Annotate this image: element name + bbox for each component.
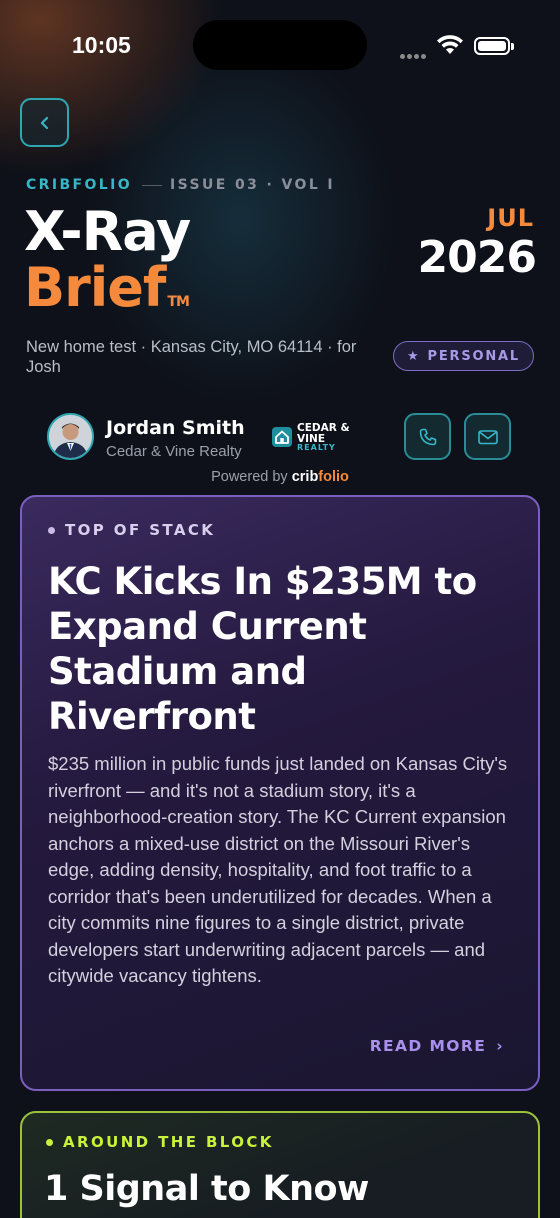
status-bar: 10:05 bbox=[0, 0, 560, 90]
battery-icon bbox=[474, 37, 514, 55]
agent-card: Jordan Smith Cedar & Vine Realty CEDAR &… bbox=[47, 413, 527, 463]
chevron-right-icon: › bbox=[496, 1037, 504, 1055]
mail-icon bbox=[477, 429, 498, 444]
around-the-block-card[interactable]: AROUND THE BLOCK 1 Signal to Know bbox=[20, 1111, 540, 1218]
back-button[interactable] bbox=[20, 98, 69, 147]
status-time: 10:05 bbox=[72, 32, 131, 58]
page-title-brief: Brief bbox=[24, 256, 166, 319]
powered-by: Powered by cribfolio bbox=[0, 469, 560, 485]
email-button[interactable] bbox=[464, 413, 511, 460]
chevron-left-icon bbox=[40, 116, 48, 129]
issue-label: ISSUE 03 · VOL I bbox=[170, 177, 336, 193]
page-title-line1: X-Ray bbox=[24, 200, 191, 263]
cellular-signal-icon bbox=[400, 44, 428, 63]
agent-company: Cedar & Vine Realty bbox=[106, 443, 242, 460]
logo-text: CEDAR & VINE bbox=[297, 422, 350, 445]
personal-badge: ★ PERSONAL bbox=[393, 341, 534, 371]
phone-icon bbox=[419, 428, 436, 445]
section-kicker: AROUND THE BLOCK bbox=[46, 1133, 274, 1151]
trademark-mark: TM bbox=[167, 294, 190, 310]
divider bbox=[142, 184, 163, 186]
section-title: 1 Signal to Know bbox=[44, 1169, 369, 1209]
logo-subtext: REALTY bbox=[297, 443, 336, 452]
page-title-line2: Brief TM bbox=[24, 256, 190, 319]
dynamic-island bbox=[193, 20, 367, 70]
brand-label: CRIBFOLIO bbox=[26, 177, 133, 193]
call-button[interactable] bbox=[404, 413, 451, 460]
personal-badge-label: PERSONAL bbox=[427, 348, 520, 364]
feature-body: $235 million in public funds just landed… bbox=[48, 753, 508, 986]
star-icon: ★ bbox=[407, 348, 421, 364]
powered-by-brand-1: crib bbox=[291, 469, 319, 485]
bullet-dot bbox=[48, 527, 55, 534]
agent-avatar bbox=[47, 413, 94, 460]
bullet-dot bbox=[46, 1139, 53, 1146]
read-more-link[interactable]: READ MORE › bbox=[370, 1037, 504, 1055]
powered-by-brand-2: folio bbox=[318, 469, 349, 485]
wifi-icon bbox=[436, 34, 464, 60]
powered-by-prefix: Powered by bbox=[211, 469, 288, 485]
issue-row: CRIBFOLIO ISSUE 03 · VOL I bbox=[26, 177, 335, 193]
brokerage-logo: CEDAR & VINE REALTY bbox=[272, 423, 362, 455]
feature-headline: KC Kicks In $235M to Expand Current Stad… bbox=[48, 560, 477, 738]
feature-kicker: TOP OF STACK bbox=[48, 521, 215, 539]
issue-month: JUL bbox=[487, 204, 534, 232]
house-icon bbox=[272, 427, 292, 447]
report-subtitle: New home test · Kansas City, MO 64114 · … bbox=[26, 338, 357, 376]
issue-year: 2026 bbox=[417, 232, 537, 283]
feature-story-card[interactable]: TOP OF STACK KC Kicks In $235M to Expand… bbox=[20, 495, 540, 1091]
agent-name: Jordan Smith bbox=[106, 417, 245, 439]
